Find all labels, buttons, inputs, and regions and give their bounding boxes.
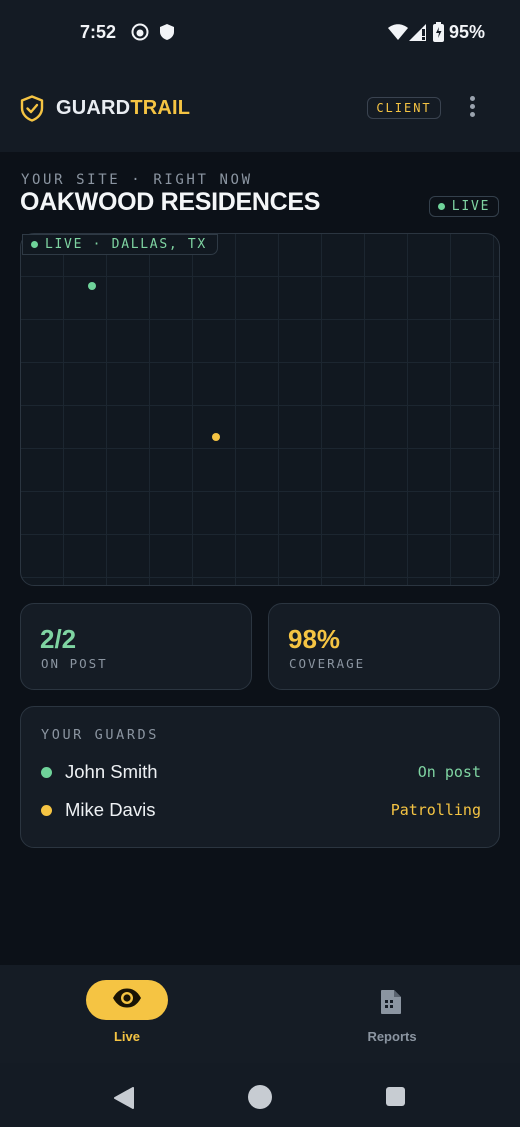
live-badge-label: LIVE xyxy=(451,199,491,214)
guard-row-john-smith[interactable]: John Smith On post xyxy=(41,760,481,784)
back-icon[interactable] xyxy=(114,1087,134,1114)
on-post-value: 2/2 xyxy=(40,624,77,654)
home-icon[interactable] xyxy=(248,1085,272,1109)
guard-status: On post xyxy=(417,763,481,781)
coverage-value: 98% xyxy=(288,624,341,654)
face-icon xyxy=(131,23,149,46)
report-icon xyxy=(379,989,403,1020)
system-nav-bar xyxy=(0,1063,520,1127)
app-bar: GUARDTRAIL CLIENT xyxy=(0,68,520,152)
guard-name: John Smith xyxy=(65,761,158,782)
nav-reports-label: Reports xyxy=(367,1029,417,1044)
guard-status: Patrolling xyxy=(390,801,481,819)
nav-live-indicator xyxy=(86,980,168,1020)
recents-icon[interactable] xyxy=(386,1087,405,1106)
eye-icon xyxy=(112,988,142,1013)
coverage-label: COVERAGE xyxy=(289,656,366,671)
status-time: 7:52 xyxy=(80,22,117,42)
status-dot-icon xyxy=(41,804,52,816)
guard-marker-john-smith[interactable] xyxy=(88,282,96,290)
on-post-label: ON POST xyxy=(41,656,108,671)
live-dot-icon xyxy=(437,203,445,210)
live-badge: LIVE xyxy=(429,196,499,217)
site-subtitle: YOUR SITE · RIGHT NOW xyxy=(21,172,253,188)
nav-live-label: Live xyxy=(113,1029,140,1044)
status-bar: 7:52 95% xyxy=(0,0,520,68)
guards-title: YOUR GUARDS xyxy=(41,727,160,743)
on-post-card: 2/2 ON POST xyxy=(20,603,252,690)
coverage-card: 98% COVERAGE xyxy=(268,603,500,690)
signal-icon xyxy=(409,24,427,46)
more-options-icon[interactable] xyxy=(466,96,478,122)
nav-item-live[interactable]: Live xyxy=(0,965,260,1063)
bottom-nav: Live Reports xyxy=(0,965,520,1063)
role-badge: CLIENT xyxy=(367,97,441,119)
guard-marker-mike-davis[interactable] xyxy=(212,433,220,441)
brand-name-part1: GUARD xyxy=(56,97,131,119)
brand-name: GUARDTRAIL xyxy=(56,97,190,120)
map-location-label: LIVE · DALLAS, TX xyxy=(45,237,207,252)
status-dot-icon xyxy=(41,766,52,778)
shield-icon xyxy=(159,23,175,46)
guard-row-mike-davis[interactable]: Mike Davis Patrolling xyxy=(41,798,481,822)
map-location-tag: LIVE · DALLAS, TX xyxy=(22,234,218,255)
brand-name-part2: TRAIL xyxy=(130,97,191,119)
guards-card: YOUR GUARDS John Smith On post Mike Davi… xyxy=(20,706,500,848)
battery-percent: 95% xyxy=(449,22,486,42)
guard-name: Mike Davis xyxy=(65,799,156,820)
live-dot-icon xyxy=(31,241,38,248)
shield-check-logo-icon xyxy=(20,95,44,127)
site-name: OAKWOOD RESIDENCES xyxy=(20,188,321,216)
battery-icon xyxy=(433,22,444,47)
wifi-icon xyxy=(388,24,408,45)
nav-item-reports[interactable]: Reports xyxy=(260,965,520,1063)
